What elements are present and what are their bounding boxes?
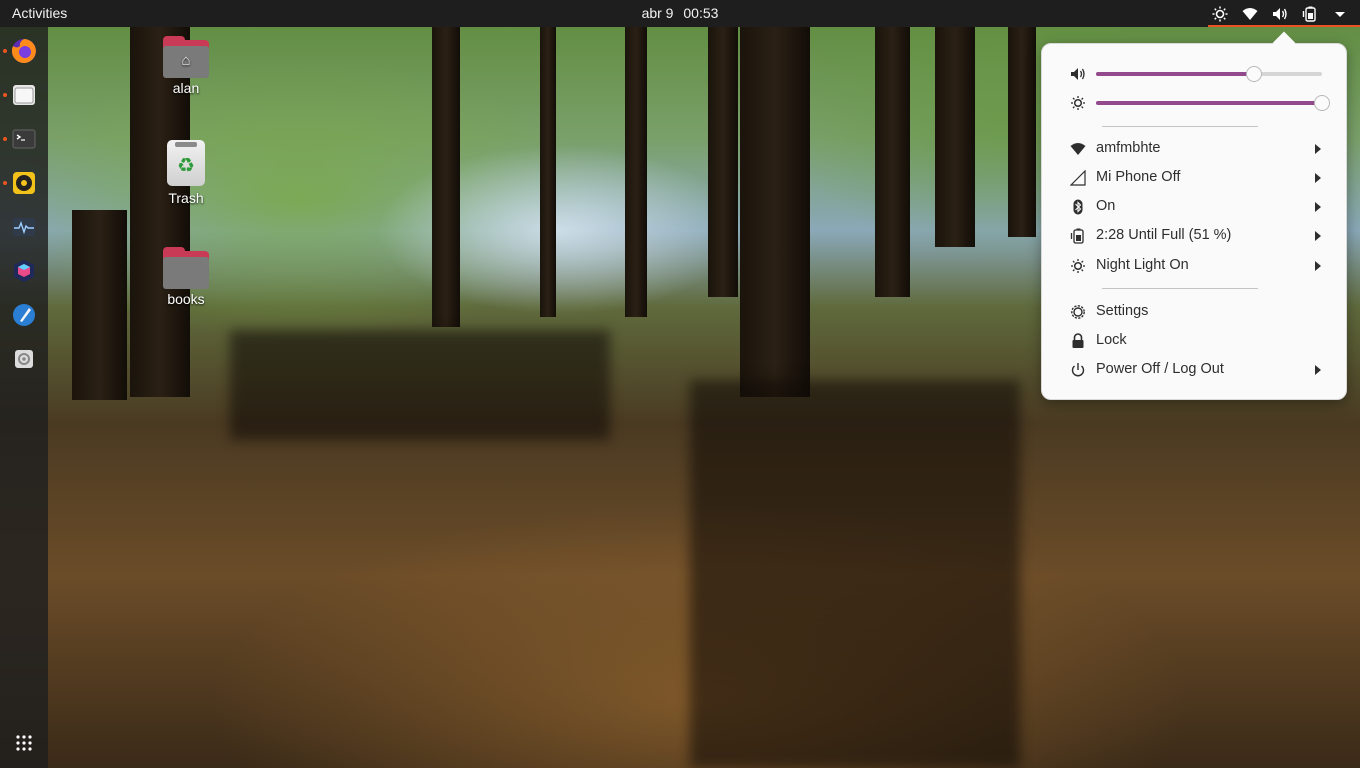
menu-separator: [1102, 288, 1258, 289]
tree-trunk: [708, 27, 738, 297]
system-tray[interactable]: [1212, 0, 1348, 27]
brightness-slider-fill: [1096, 101, 1322, 105]
tree-trunk: [740, 27, 810, 397]
battery-icon: [1302, 6, 1318, 22]
tray-active-indicator: [1208, 25, 1360, 27]
volume-slider-handle[interactable]: [1246, 66, 1263, 82]
menu-item-settings[interactable]: Settings: [1042, 297, 1348, 326]
desktop-icon-label: books: [167, 291, 205, 307]
clock-date: abr 9: [641, 5, 674, 21]
submenu-arrow-icon: [1315, 144, 1321, 154]
menu-item-label: 2:28 Until Full (51 %): [1096, 227, 1232, 243]
volume-slider-fill: [1096, 72, 1255, 76]
wifi-icon: [1069, 140, 1087, 158]
menu-item-label: On: [1096, 198, 1116, 214]
tree-trunk: [875, 27, 910, 297]
text-editor-icon[interactable]: [8, 299, 40, 331]
desktop-icon-home[interactable]: ⌂ alan: [148, 36, 224, 96]
tree-trunk: [540, 27, 556, 317]
volume-icon: [1272, 6, 1288, 22]
home-folder-icon: ⌂: [163, 36, 209, 78]
top-bar: Activities abr 9 00:53: [0, 0, 1360, 27]
brightness-icon: [1070, 95, 1086, 111]
cube-app-icon[interactable]: [8, 255, 40, 287]
menu-item-lock[interactable]: Lock: [1042, 326, 1348, 355]
lock-icon: [1069, 332, 1087, 350]
firefox-icon[interactable]: [8, 35, 40, 67]
menu-item-label: Mi Phone Off: [1096, 169, 1181, 185]
menu-item-bluetooth[interactable]: On: [1042, 192, 1348, 221]
desktop-icon-label: Trash: [168, 190, 204, 206]
menu-item-night-light[interactable]: Night Light On: [1042, 251, 1348, 280]
show-applications-icon[interactable]: [8, 727, 40, 759]
submenu-arrow-icon: [1315, 173, 1321, 183]
trash-icon: ♻: [167, 140, 205, 186]
dock: [0, 27, 48, 768]
menu-item-mobile-broadband[interactable]: Mi Phone Off: [1042, 163, 1348, 192]
tree-shadow: [230, 330, 610, 440]
menu-item-label: amfmbhte: [1096, 140, 1161, 156]
clock-button[interactable]: abr 9 00:53: [0, 5, 1360, 21]
system-menu: amfmbhte Mi Phone Off On 2:28 Until Full…: [1041, 31, 1348, 400]
menu-item-power-off[interactable]: Power Off / Log Out: [1042, 355, 1348, 384]
system-monitor-icon[interactable]: [8, 211, 40, 243]
menu-item-label: Power Off / Log Out: [1096, 361, 1224, 377]
files-icon[interactable]: [8, 79, 40, 111]
desktop-icon-label: alan: [172, 80, 200, 96]
clock-time: 00:53: [683, 5, 719, 21]
tree-trunk: [432, 27, 460, 327]
tree-shadow: [690, 380, 1020, 768]
menu-item-label: Night Light On: [1096, 257, 1189, 273]
menu-caret-icon: [1332, 6, 1348, 22]
volume-icon: [1070, 66, 1086, 82]
tree-trunk: [935, 27, 975, 247]
tree-trunk: [625, 27, 647, 317]
rhythmbox-icon[interactable]: [8, 167, 40, 199]
settings-icon: [1069, 303, 1087, 321]
wifi-icon: [1242, 6, 1258, 22]
submenu-arrow-icon: [1315, 261, 1321, 271]
desktop-icon-books[interactable]: books: [148, 247, 224, 307]
brightness-slider-row: [1042, 93, 1348, 113]
running-indicator: [3, 137, 7, 141]
menu-item-label: Settings: [1096, 303, 1149, 319]
brightness-slider[interactable]: [1096, 95, 1330, 111]
menu-item-label: Lock: [1096, 332, 1127, 348]
submenu-arrow-icon: [1315, 202, 1321, 212]
battery-icon: [1069, 227, 1087, 245]
tree-trunk: [1008, 27, 1036, 237]
terminal-icon[interactable]: [8, 123, 40, 155]
settings-app-icon[interactable]: [8, 343, 40, 375]
volume-slider-row: [1042, 64, 1348, 84]
signal-icon: [1069, 169, 1087, 187]
running-indicator: [3, 49, 7, 53]
menu-item-battery[interactable]: 2:28 Until Full (51 %): [1042, 221, 1348, 250]
night-light-icon: [1069, 257, 1087, 275]
power-icon: [1069, 361, 1087, 379]
running-indicator: [3, 93, 7, 97]
night-light-icon: [1212, 6, 1228, 22]
menu-item-wifi[interactable]: amfmbhte: [1042, 134, 1348, 163]
volume-slider[interactable]: [1096, 66, 1322, 82]
submenu-arrow-icon: [1315, 231, 1321, 241]
menu-separator: [1102, 126, 1258, 127]
folder-icon: [163, 247, 209, 289]
bluetooth-icon: [1069, 198, 1087, 216]
tree-trunk: [72, 210, 127, 400]
brightness-slider-handle[interactable]: [1314, 95, 1330, 111]
submenu-arrow-icon: [1315, 365, 1321, 375]
desktop-icon-trash[interactable]: ♻ Trash: [148, 140, 224, 206]
running-indicator: [3, 181, 7, 185]
